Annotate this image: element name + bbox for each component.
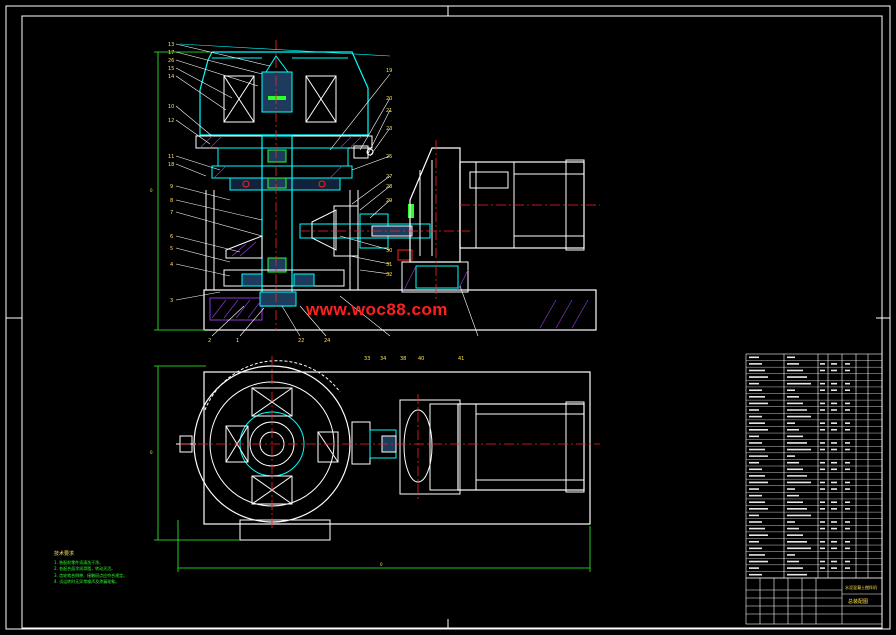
balloon: 26 — [168, 58, 174, 64]
balloon: 17 — [168, 50, 174, 56]
balloon: 33 — [364, 356, 370, 362]
motor-plan — [457, 403, 585, 491]
balloon: 3 — [170, 298, 173, 304]
balloon: 21 — [386, 108, 392, 114]
balloon: 15 — [168, 66, 174, 72]
bevel-gear — [225, 235, 263, 259]
plan-view: 0 0 — [150, 356, 600, 572]
drawing-title: 总装配图 — [848, 598, 868, 605]
technical-notes: 技术要求 1. 装配前零件须清洗干净。 2. 各配合面涂润滑脂，转动灵活。 3.… — [54, 551, 127, 586]
balloon: 19 — [386, 68, 392, 74]
balloon: 29 — [386, 198, 392, 204]
gearbox-housing — [409, 147, 461, 263]
balloon: 30 — [386, 248, 392, 254]
balloon: 20 — [386, 96, 392, 102]
balloon: 1 — [236, 338, 239, 344]
svg-text:0: 0 — [150, 188, 153, 193]
balloon: 2 — [208, 338, 211, 344]
balloon: 27 — [386, 174, 392, 180]
balloon: 6 — [170, 234, 173, 240]
balloon: 10 — [168, 104, 174, 110]
balloon: 13 — [168, 42, 174, 48]
balloon: 24 — [324, 338, 330, 344]
svg-text:0: 0 — [150, 450, 153, 455]
balloon: 38 — [400, 356, 406, 362]
parts-list-rows — [746, 360, 882, 572]
front-section-view: 0 — [150, 40, 600, 331]
balloon: 28 — [386, 184, 392, 190]
balloon: 25 — [386, 154, 392, 160]
svg-text:0: 0 — [380, 562, 383, 567]
balloon: 8 — [170, 198, 173, 204]
balloon: 14 — [168, 74, 174, 80]
balloon: 40 — [418, 356, 424, 362]
drawing-sheet: 0 13 17 26 15 14 10 12 11 18 9 8 7 6 5 4… — [5, 5, 891, 630]
note-item: 4. 试运转时无异常噪声及渗漏现象。 — [54, 579, 120, 584]
watermark: www.woc88.com — [306, 300, 448, 319]
balloon: 11 — [168, 154, 174, 160]
notes-heading: 技术要求 — [54, 551, 75, 557]
drawing-subtitle: 水泥混凝土搅拌机 — [845, 584, 877, 590]
balloon: 32 — [386, 272, 392, 278]
balloon: 18 — [168, 162, 174, 168]
balloon: 23 — [386, 126, 392, 132]
balloon: 31 — [386, 262, 392, 268]
balloon: 7 — [170, 210, 173, 216]
balloon: 9 — [170, 184, 173, 190]
balloon: 5 — [170, 246, 173, 252]
balloon: 4 — [170, 262, 173, 268]
balloon: 22 — [298, 338, 304, 344]
balloon: 34 — [380, 356, 386, 362]
inner-frame — [21, 15, 883, 629]
balloon: 41 — [458, 356, 464, 362]
balloon: 12 — [168, 118, 174, 124]
